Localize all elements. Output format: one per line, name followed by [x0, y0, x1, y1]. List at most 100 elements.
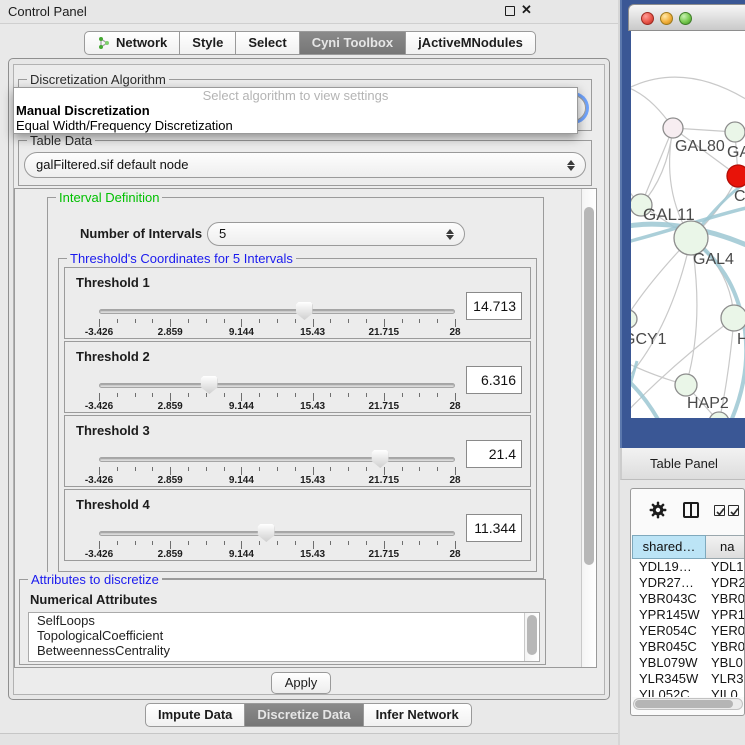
zoom-traffic-light-icon[interactable]	[679, 12, 692, 25]
tab-impute-data[interactable]: Impute Data	[145, 703, 245, 727]
slider-track[interactable]	[99, 383, 455, 388]
slider-thumb[interactable]	[296, 302, 313, 320]
tab-discretize-data[interactable]: Discretize Data	[245, 703, 363, 727]
list-item[interactable]: SelfLoops	[29, 613, 539, 628]
slider-thumb[interactable]	[201, 376, 218, 394]
threshold-value-field[interactable]: 14.713	[466, 292, 522, 320]
tick-mark	[402, 393, 403, 397]
list-scrollbar[interactable]	[524, 613, 539, 661]
tick-mark	[135, 541, 136, 545]
tick-mark	[259, 541, 260, 545]
scale-label: -3.426	[85, 475, 113, 486]
group-title: Interval Definition	[56, 190, 162, 205]
tick-mark	[455, 541, 456, 549]
minimize-traffic-light-icon[interactable]	[660, 12, 673, 25]
list-item[interactable]: BetweennessCentrality	[29, 643, 539, 658]
slider-track[interactable]	[99, 457, 455, 462]
slider[interactable]: -3.4262.8599.14415.4321.71528	[99, 454, 455, 484]
table-data-combobox[interactable]: galFiltered.sif default node	[24, 152, 586, 178]
cell-name: YLR3	[706, 671, 745, 687]
tab-cyni-toolbox[interactable]: Cyni Toolbox	[300, 31, 406, 55]
split-column-icon[interactable]	[683, 502, 699, 518]
column-header[interactable]: shared…	[632, 535, 706, 559]
scale-label: 2.859	[158, 401, 183, 412]
threshold-value-field[interactable]: 11.344	[466, 514, 522, 542]
tick-mark	[366, 319, 367, 323]
column-header[interactable]: na	[706, 535, 745, 559]
tab-style[interactable]: Style	[180, 31, 236, 55]
network-node[interactable]	[725, 122, 745, 142]
horizontal-scrollbar[interactable]	[633, 698, 743, 710]
threshold-value-field[interactable]: 21.4	[466, 440, 522, 468]
scrollbar-thumb[interactable]	[635, 700, 733, 708]
tick-mark	[402, 541, 403, 545]
slider-thumb[interactable]	[372, 450, 389, 468]
table-row[interactable]: YDR27…YDR2	[632, 575, 745, 591]
tick-mark	[170, 393, 171, 401]
list-item[interactable]: TopologicalCoefficient	[29, 628, 539, 643]
number-of-intervals-combobox[interactable]: 5	[207, 222, 465, 246]
threshold-panel: Threshold 4-3.4262.8599.14415.4321.71528…	[64, 489, 531, 561]
slider[interactable]: -3.4262.8599.14415.4321.71528	[99, 306, 455, 336]
tick-mark	[152, 467, 153, 471]
tick-mark	[348, 393, 349, 397]
apply-button[interactable]: Apply	[271, 672, 331, 694]
network-node[interactable]	[709, 412, 729, 418]
tab-label: Impute Data	[158, 704, 232, 726]
float-window-icon[interactable]	[505, 6, 515, 16]
network-edge	[631, 238, 691, 383]
network-window-titlebar[interactable]	[628, 4, 745, 31]
tab-jactivemnodules[interactable]: jActiveMNodules	[406, 31, 536, 55]
tab-label: Style	[192, 32, 223, 54]
top-tab-bar: Network Style SelectCyni ToolboxjActiveMNo…	[84, 31, 536, 55]
network-node[interactable]	[631, 310, 637, 328]
table-row[interactable]: YPR145WYPR1	[632, 607, 745, 623]
table-row[interactable]: YIL052CYIL0	[632, 687, 745, 697]
tick-mark	[152, 393, 153, 397]
tick-mark	[135, 393, 136, 397]
network-canvas[interactable]: GAL80GACGAL11GAL4GCY1HHAP2	[631, 31, 745, 418]
slider[interactable]: -3.4262.8599.14415.4321.71528	[99, 380, 455, 410]
dropdown-item[interactable]: Manual Discretization	[14, 103, 577, 118]
network-node[interactable]	[721, 305, 745, 331]
tab-select[interactable]: Select	[236, 31, 299, 55]
slider-thumb[interactable]	[258, 524, 275, 542]
scale-label: 2.859	[158, 549, 183, 560]
close-traffic-light-icon[interactable]	[641, 12, 654, 25]
dropdown-item[interactable]: Equal Width/Frequency Discretization	[14, 118, 577, 133]
tab-infer-network[interactable]: Infer Network	[364, 703, 472, 727]
scale-label: 28	[449, 327, 460, 338]
network-node-selected[interactable]	[727, 165, 745, 187]
slider-track[interactable]	[99, 309, 455, 314]
tab-network[interactable]: Network	[84, 31, 180, 55]
slider-track[interactable]	[99, 531, 455, 536]
tick-mark	[455, 393, 456, 401]
checkbox-icon[interactable]	[728, 505, 739, 516]
scale-label: -3.426	[85, 549, 113, 560]
network-view-window[interactable]: GAL80GACGAL11GAL4GCY1HHAP2	[628, 4, 745, 418]
gear-icon[interactable]	[649, 501, 667, 519]
slider[interactable]: -3.4262.8599.14415.4321.71528	[99, 528, 455, 558]
threshold-value-field[interactable]: 6.316	[466, 366, 522, 394]
table-row[interactable]: YDL19…YDL1	[632, 559, 745, 575]
close-icon[interactable]: ✕	[521, 3, 532, 17]
tick-mark	[402, 467, 403, 471]
table-row[interactable]: YBR043CYBR0	[632, 591, 745, 607]
table-row[interactable]: YER054CYER0	[632, 623, 745, 639]
cell-shared-name: YDL19…	[632, 559, 706, 575]
checkbox-icon[interactable]	[714, 505, 725, 516]
tick-mark	[117, 467, 118, 471]
table-row[interactable]: YLR345WYLR3	[632, 671, 745, 687]
vertical-scrollbar[interactable]	[581, 189, 596, 667]
tick-mark	[330, 467, 331, 471]
tick-mark	[330, 541, 331, 545]
node-label: GAL80	[675, 138, 725, 155]
table-row[interactable]: YBR045CYBR0	[632, 639, 745, 655]
tick-mark	[241, 541, 242, 549]
table-row[interactable]: YBL079WYBL0	[632, 655, 745, 671]
network-node[interactable]	[675, 374, 697, 396]
network-node[interactable]	[663, 118, 683, 138]
tick-mark	[295, 541, 296, 545]
numerical-attributes-list[interactable]: SelfLoopsTopologicalCoefficientBetweenne…	[28, 612, 540, 662]
network-node[interactable]	[674, 221, 708, 255]
